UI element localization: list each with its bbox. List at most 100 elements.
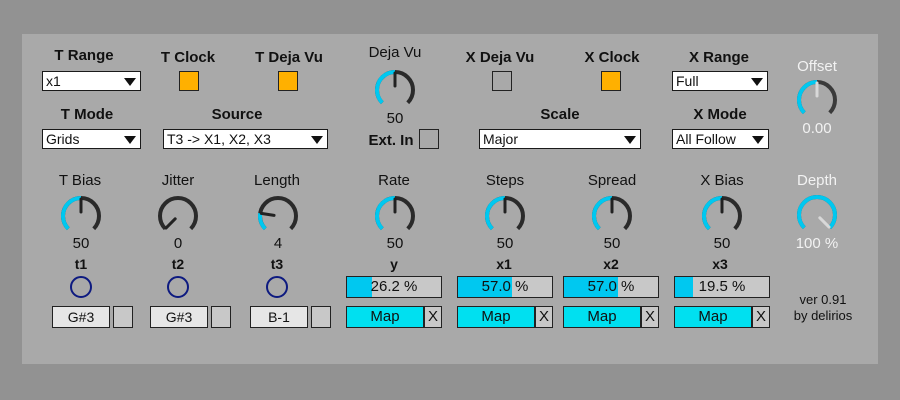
y-label: y [390, 256, 398, 272]
length-value: 4 [273, 235, 283, 252]
x-bias-label: X Bias [700, 172, 744, 189]
author-line: by delirios [793, 308, 853, 323]
version-line: ver 0.91 [799, 292, 847, 307]
t2-label: t2 [171, 256, 185, 272]
x1-percent-slider[interactable]: 57.0 % [457, 276, 553, 298]
x2-percent-value: 57.0 % [587, 278, 635, 295]
knob-needle [818, 216, 831, 229]
x2-percent-slider[interactable]: 57.0 % [563, 276, 659, 298]
t3-note: B-1 [250, 306, 308, 328]
x-clock-toggle[interactable] [601, 71, 621, 91]
t1-toggle[interactable] [113, 306, 133, 328]
steps-knob[interactable] [481, 192, 529, 240]
x1-percent-value: 57.0 % [481, 278, 529, 295]
x3-clear-button[interactable]: X [752, 306, 770, 328]
rate-label: Rate [378, 172, 410, 189]
x3-percent-slider[interactable]: 19.5 % [674, 276, 770, 298]
x2-clear-button[interactable]: X [641, 306, 659, 328]
chevron-down-icon [624, 136, 636, 144]
length-label: Length [254, 172, 300, 189]
t1-note: G#3 [52, 306, 110, 328]
deja-vu-value: 50 [386, 110, 404, 127]
depth-knob[interactable] [793, 191, 841, 239]
x3-percent-value: 19.5 % [698, 278, 746, 295]
x-deja-vu-toggle[interactable] [492, 71, 512, 91]
source-label: Source [211, 106, 263, 123]
x-bias-knob[interactable] [698, 192, 746, 240]
t-clock-toggle[interactable] [179, 71, 199, 91]
t3-indicator [266, 276, 288, 298]
knob-value-arc [258, 212, 267, 231]
y-map-button[interactable]: Map [346, 306, 424, 328]
y-percent-slider[interactable]: 26.2 % [346, 276, 442, 298]
t-deja-vu-toggle[interactable] [278, 71, 298, 91]
knob-value-arc [485, 196, 506, 231]
t1-label: t1 [74, 256, 88, 272]
spread-label: Spread [587, 172, 637, 189]
x-deja-vu-label: X Deja Vu [465, 49, 535, 66]
knob-value-arc [797, 195, 837, 230]
y-percent-value: 26.2 % [370, 278, 418, 295]
knob-value-arc [375, 196, 396, 231]
t2-indicator [167, 276, 189, 298]
x1-map-button[interactable]: Map [457, 306, 535, 328]
t3-label: t3 [270, 256, 284, 272]
length-knob[interactable] [254, 192, 302, 240]
t-range-label: T Range [54, 47, 114, 64]
x-mode-select[interactable]: All Follow [672, 129, 769, 149]
offset-knob[interactable] [793, 76, 841, 124]
x3-percent-fill [675, 277, 694, 297]
t1-indicator [70, 276, 92, 298]
chevron-down-icon [311, 136, 323, 144]
source-value: T3 -> X1, X2, X3 [167, 131, 271, 147]
ext-in-label: Ext. In [368, 132, 414, 149]
knob-value-arc [375, 70, 396, 105]
t2-toggle[interactable] [211, 306, 231, 328]
x3-map-button[interactable]: Map [674, 306, 752, 328]
offset-value: 0.00 [802, 120, 832, 137]
x-range-label: X Range [688, 49, 749, 66]
y-percent-fill [347, 277, 372, 297]
jitter-value: 0 [173, 235, 183, 252]
deja-vu-knob[interactable] [371, 66, 419, 114]
t-bias-label: T Bias [58, 172, 102, 189]
knob-track [158, 196, 198, 231]
jitter-label: Jitter [161, 172, 195, 189]
knob-value-arc [592, 196, 613, 231]
x-mode-label: X Mode [693, 106, 747, 123]
t-deja-vu-label: T Deja Vu [255, 49, 323, 66]
knob-needle [259, 211, 276, 217]
x1-clear-button[interactable]: X [535, 306, 553, 328]
t-clock-label: T Clock [160, 49, 216, 66]
jitter-knob[interactable] [154, 192, 202, 240]
rate-knob[interactable] [371, 192, 419, 240]
t2-note: G#3 [150, 306, 208, 328]
steps-value: 50 [496, 235, 514, 252]
chevron-down-icon [752, 136, 764, 144]
x-range-value: Full [676, 73, 699, 89]
offset-label: Offset [797, 58, 837, 75]
t-bias-knob[interactable] [57, 192, 105, 240]
chevron-down-icon [124, 136, 136, 144]
x2-map-button[interactable]: Map [563, 306, 641, 328]
device-panel: T Range T Clock T Deja Vu Deja Vu X Deja… [22, 34, 878, 364]
x-mode-value: All Follow [676, 131, 736, 147]
deja-vu-label: Deja Vu [368, 44, 422, 61]
spread-knob[interactable] [588, 192, 636, 240]
rate-value: 50 [386, 235, 404, 252]
source-select[interactable]: T3 -> X1, X2, X3 [163, 129, 328, 149]
scale-select[interactable]: Major [479, 129, 641, 149]
spread-value: 50 [603, 235, 621, 252]
chevron-down-icon [751, 78, 763, 86]
t3-toggle[interactable] [311, 306, 331, 328]
depth-value: 100 % [795, 235, 839, 252]
x-range-select[interactable]: Full [672, 71, 768, 91]
t-mode-select[interactable]: Grids [42, 129, 141, 149]
version-text: ver 0.91 by delirios [778, 292, 868, 324]
t-range-select[interactable]: x1 [42, 71, 141, 91]
ext-in-toggle[interactable] [419, 129, 439, 149]
t-mode-value: Grids [46, 131, 80, 147]
scale-label: Scale [540, 106, 580, 123]
y-clear-button[interactable]: X [424, 306, 442, 328]
depth-label: Depth [796, 172, 838, 189]
